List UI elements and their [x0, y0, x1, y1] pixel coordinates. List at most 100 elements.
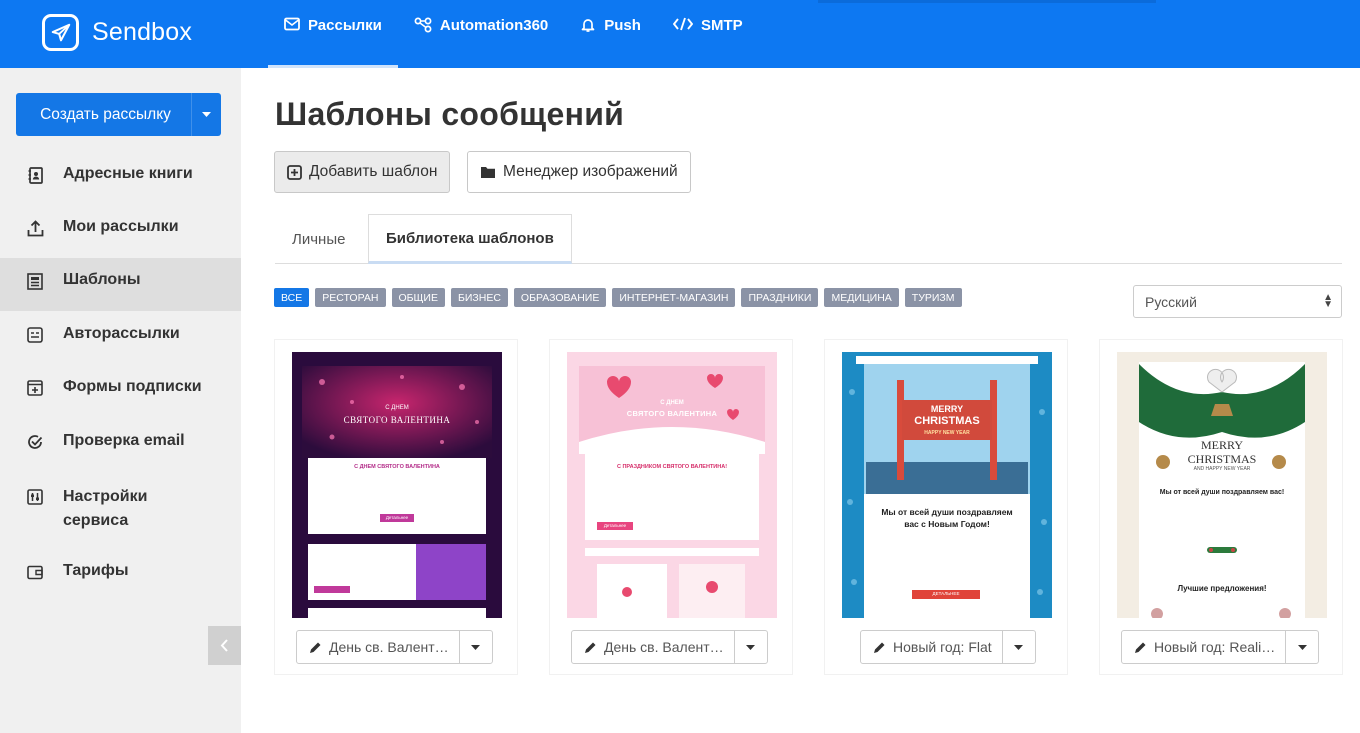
edit-template-button[interactable]: Новый год: Flat [861, 631, 1003, 663]
template-name-button[interactable]: День св. Валент… [296, 630, 493, 664]
logo[interactable]: Sendbox [42, 14, 192, 51]
nav-label: Push [604, 17, 641, 34]
template-preview[interactable]: С ДНЕМ СВЯТОГО ВАЛЕНТИНА С ДНЕМ СВЯТОГО … [292, 352, 502, 618]
sidebar-item-address-books[interactable]: Адресные книги [0, 165, 241, 191]
sidebar-item-autoresponders[interactable]: Авторассылки [0, 325, 241, 351]
image-manager-label: Менеджер изображений [503, 163, 678, 180]
valentine-pink-preview-art [567, 352, 777, 618]
nav-shadow [818, 0, 1156, 3]
language-select[interactable]: Русский ▲ ▼ [1133, 285, 1342, 318]
category-chip[interactable]: РЕСТОРАН [315, 288, 386, 307]
category-chip[interactable]: ОБРАЗОВАНИЕ [513, 288, 607, 307]
nav-item-smtp[interactable]: SMTP [657, 0, 759, 68]
settings-icon [26, 488, 44, 506]
edit-template-button[interactable]: День св. Валент… [572, 631, 735, 663]
collapse-sidebar-button[interactable] [208, 626, 241, 665]
christmas-realistic-preview-art [1117, 352, 1327, 618]
template-card[interactable]: С ДНЕМ СВЯТОГО ВАЛЕНТИНА С ПРАЗДНИКОМ СВ… [549, 339, 793, 675]
top-nav: Рассылки Automation360 Push SMTP [268, 0, 759, 68]
caret-down-icon [471, 644, 481, 650]
template-menu-toggle[interactable] [1003, 631, 1035, 663]
category-chip[interactable]: ИНТЕРНЕТ-МАГАЗИН [612, 288, 736, 307]
chevron-left-icon [220, 639, 228, 652]
template-preview[interactable]: MERRY CHRISTMAS AND HAPPY NEW YEAR Мы от… [1117, 352, 1327, 618]
edit-template-button[interactable]: День св. Валент… [297, 631, 460, 663]
top-bar: Sendbox Рассылки Automation360 Push SMTP [0, 0, 1360, 68]
nav-item-mailings[interactable]: Рассылки [268, 0, 398, 68]
sidebar-item-settings[interactable]: Настройки сервиса [0, 485, 241, 535]
sidebar-item-templates[interactable]: Шаблоны [0, 258, 241, 311]
image-manager-button[interactable]: Менеджер изображений [467, 151, 691, 193]
page-title: Шаблоны сообщений [275, 96, 625, 132]
template-preview[interactable]: MERRY CHRISTMAS HAPPY NEW YEAR Мы от все… [842, 352, 1052, 618]
template-card[interactable]: MERRY CHRISTMAS HAPPY NEW YEAR Мы от все… [824, 339, 1068, 675]
preview-sign-2: CHRISTMAS [914, 415, 980, 427]
pencil-icon [309, 641, 322, 654]
sidebar-item-email-check[interactable]: Проверка email [0, 432, 241, 458]
create-dropdown-toggle[interactable] [192, 93, 221, 136]
sidebar-item-label: Формы подписки [63, 378, 202, 395]
template-name-button[interactable]: Новый год: Flat [860, 630, 1036, 664]
app-name: Sendbox [92, 18, 193, 46]
sidebar-item-my-mailings[interactable]: Мои рассылки [0, 218, 241, 244]
mail-icon [284, 17, 300, 31]
create-mailing-button[interactable]: Создать рассылку [16, 93, 221, 136]
paper-plane-icon [42, 14, 79, 51]
category-chip[interactable]: ПРАЗДНИКИ [741, 288, 819, 307]
edit-template-button[interactable]: Новый год: Reali… [1122, 631, 1287, 663]
preview-sign-1: MERRY [1200, 438, 1243, 452]
preview-offers: Лучшие предложения! [1177, 584, 1267, 593]
preview-banner-title: СВЯТОГО ВАЛЕНТИНА [626, 409, 718, 418]
template-menu-toggle[interactable] [735, 631, 767, 663]
template-card[interactable]: С ДНЕМ СВЯТОГО ВАЛЕНТИНА С ДНЕМ СВЯТОГО … [274, 339, 518, 675]
template-name-button[interactable]: Новый год: Reali… [1121, 630, 1320, 664]
code-icon [672, 17, 693, 31]
template-menu-toggle[interactable] [460, 631, 492, 663]
sidebar-item-label: Мои рассылки [63, 218, 179, 235]
christmas-flat-preview-art [842, 352, 1052, 618]
workflow-icon [414, 17, 432, 33]
preview-banner-small: С ДНЕМ [660, 400, 684, 406]
autoresponder-icon [26, 326, 44, 344]
sidebar-item-label: Авторассылки [63, 325, 180, 342]
valentine-preview-art [292, 352, 502, 618]
template-preview[interactable]: С ДНЕМ СВЯТОГО ВАЛЕНТИНА С ПРАЗДНИКОМ СВ… [567, 352, 777, 618]
template-icon [26, 272, 44, 290]
pencil-icon [584, 641, 597, 654]
sidebar-item-label: Шаблоны [63, 271, 141, 288]
template-card[interactable]: MERRY CHRISTMAS AND HAPPY NEW YEAR Мы от… [1099, 339, 1343, 675]
tab-personal[interactable]: Личные [292, 214, 345, 264]
preview-banner-title: СВЯТОГО ВАЛЕНТИНА [343, 415, 451, 425]
wallet-icon [26, 563, 44, 581]
preview-sign-1: MERRY [930, 404, 964, 414]
preview-sign-3: AND HAPPY NEW YEAR [1193, 466, 1251, 472]
template-menu-toggle[interactable] [1286, 631, 1318, 663]
plus-square-icon [287, 164, 302, 180]
pencil-icon [1134, 641, 1147, 654]
language-value: Русский [1145, 293, 1197, 310]
nav-item-automation[interactable]: Automation360 [398, 0, 564, 68]
tab-template-library[interactable]: Библиотека шаблонов [368, 214, 572, 264]
select-arrows-icon: ▲ ▼ [1323, 292, 1333, 310]
nav-item-push[interactable]: Push [564, 0, 657, 68]
caret-down-icon [746, 644, 756, 650]
add-template-button[interactable]: Добавить шаблон [274, 151, 451, 193]
caret-down-icon [1014, 644, 1024, 650]
category-chip[interactable]: МЕДИЦИНА [824, 288, 899, 307]
category-chip[interactable]: ВСЕ [274, 288, 310, 307]
preview-heading: Мы от всей души поздравляем вас с Новым … [881, 507, 1013, 529]
category-chip[interactable]: ТУРИЗМ [904, 288, 962, 307]
template-name-button[interactable]: День св. Валент… [571, 630, 768, 664]
preview-heading: С ДНЕМ СВЯТОГО ВАЛЕНТИНА [354, 464, 440, 470]
add-template-label: Добавить шаблон [309, 163, 438, 180]
category-chip[interactable]: ОБЩИЕ [391, 288, 445, 307]
category-chip[interactable]: БИЗНЕС [450, 288, 508, 307]
sidebar: Создать рассылку Адресные книги Мои расс… [0, 68, 241, 733]
preview-banner-small: С ДНЕМ [385, 405, 409, 411]
template-name: Новый год: Flat [893, 639, 992, 655]
preview-heading: С ПРАЗДНИКОМ СВЯТОГО ВАЛЕНТИНА! [616, 464, 728, 470]
create-mailing-label[interactable]: Создать рассылку [16, 93, 192, 136]
folder-icon [480, 165, 496, 179]
sidebar-item-tariffs[interactable]: Тарифы [0, 562, 241, 588]
sidebar-item-subscribe-forms[interactable]: Формы подписки [0, 378, 241, 404]
